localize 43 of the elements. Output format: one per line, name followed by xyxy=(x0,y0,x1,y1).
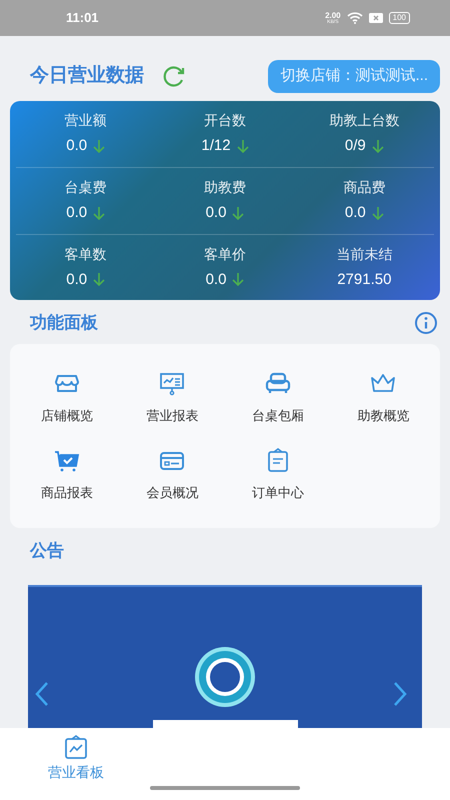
down-arrow-icon xyxy=(232,206,244,221)
chart-clipboard-icon xyxy=(63,734,89,760)
status-time: 11:01 xyxy=(66,9,99,28)
stat-label: 客单数 xyxy=(64,244,107,264)
function-item[interactable]: 台桌包厢 xyxy=(252,406,304,425)
down-arrow-icon xyxy=(232,272,244,288)
stat-label: 客单价 xyxy=(204,244,246,264)
stat-value: 0/9 xyxy=(344,136,366,156)
info-icon[interactable] xyxy=(414,311,438,335)
stat-value: 0.0 xyxy=(66,203,88,224)
down-arrow-icon xyxy=(93,139,106,154)
down-arrow-icon xyxy=(93,206,106,221)
section-title: 公告 xyxy=(30,541,64,560)
section-title: 今日营业数据 xyxy=(30,64,144,88)
function-item[interactable]: 营业报表 xyxy=(146,406,198,425)
function-item[interactable]: 助教概览 xyxy=(357,406,410,425)
section-title: 功能面板 xyxy=(30,312,98,334)
stat-label: 营业额 xyxy=(64,111,107,130)
stat-value: 2791.50 xyxy=(337,270,392,290)
function-item[interactable]: 店铺概览 xyxy=(40,406,93,425)
function-item[interactable]: 商品报表 xyxy=(40,483,93,502)
stat-value: 0.0 xyxy=(66,270,88,290)
stat-label: 助教上台数 xyxy=(329,111,400,130)
sim-icon xyxy=(368,13,383,23)
function-item[interactable]: 会员概况 xyxy=(146,483,198,502)
network-speed: 2.00 xyxy=(325,12,341,20)
stat-label: 助教费 xyxy=(204,178,246,198)
down-arrow-icon xyxy=(93,272,106,288)
down-arrow-icon xyxy=(236,139,249,154)
stat-label: 商品费 xyxy=(343,178,386,198)
stat-label: 台桌费 xyxy=(64,178,107,198)
function-item[interactable]: 订单中心 xyxy=(252,483,304,502)
stat-value: 1/12 xyxy=(201,136,231,156)
down-arrow-icon xyxy=(372,206,384,221)
wifi-icon xyxy=(346,12,363,24)
stat-value: 0.0 xyxy=(66,136,88,156)
stat-label: 开台数 xyxy=(204,111,246,130)
stat-label: 当前未结 xyxy=(336,244,392,264)
stat-value: 0.0 xyxy=(344,203,366,224)
stat-value: 0.0 xyxy=(206,270,226,290)
stat-value: 0.0 xyxy=(206,203,226,224)
battery-level: 100 xyxy=(388,12,410,24)
down-arrow-icon xyxy=(372,139,384,154)
